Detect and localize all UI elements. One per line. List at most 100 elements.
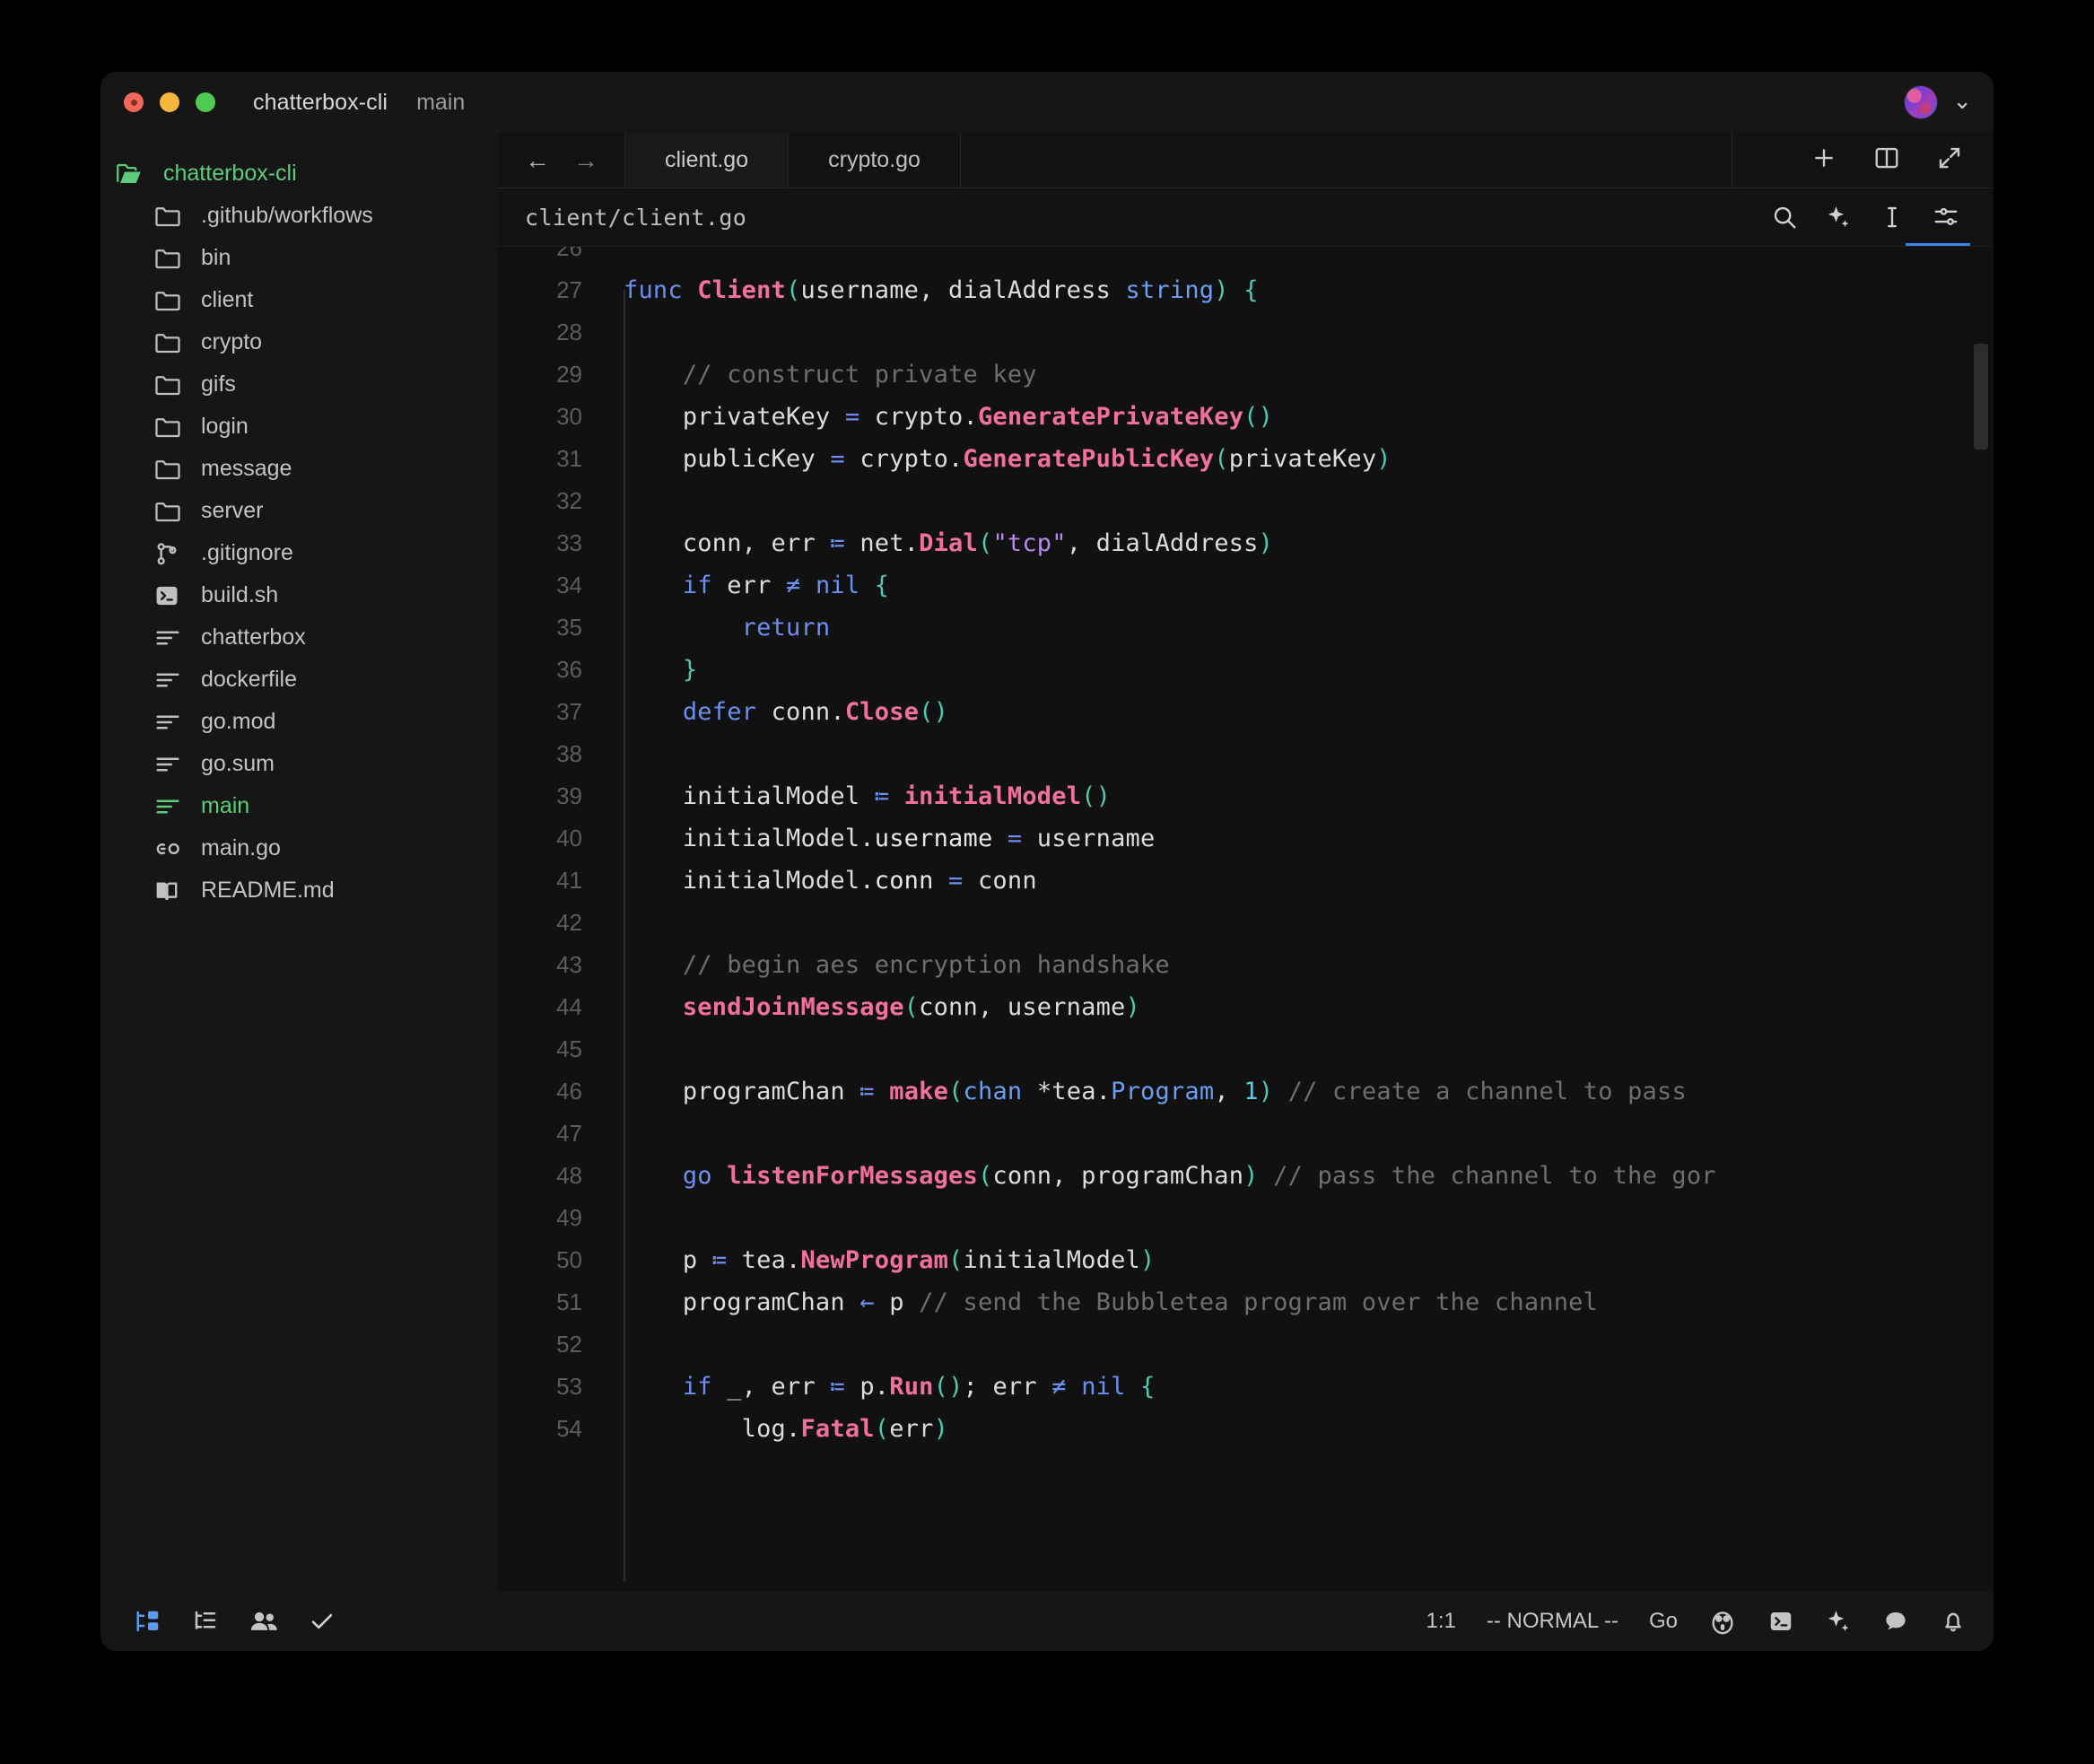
sidebar-item-server[interactable]: server — [100, 490, 498, 532]
tab-client-go[interactable]: client.go — [624, 133, 789, 188]
code-line[interactable]: 33 conn, err ≔ net.Dial("tcp", dialAddre… — [498, 522, 1994, 564]
sidebar-item-label: go.mod — [201, 711, 275, 733]
sidebar-item-go-mod[interactable]: go.mod — [100, 701, 498, 743]
sidebar-item-login[interactable]: login — [100, 406, 498, 448]
code-text: publicKey = crypto.GeneratePublicKey(pri… — [606, 445, 1392, 473]
sidebar-item-main[interactable]: main — [100, 785, 498, 827]
code-line[interactable]: 43 // begin aes encryption handshake — [498, 944, 1994, 986]
code-line[interactable]: 52 — [498, 1323, 1994, 1366]
code-line[interactable]: 32 — [498, 480, 1994, 522]
navigation-buttons: ← → — [498, 133, 625, 188]
file-lines-icon — [154, 709, 185, 736]
go-gopher-icon[interactable] — [1708, 1608, 1737, 1635]
sidebar-item-gifs[interactable]: gifs — [100, 363, 498, 406]
sidebar-item-label: crypto — [201, 331, 262, 354]
minimize-window-button[interactable] — [160, 92, 179, 112]
code-line[interactable]: 41 initialModel.conn = conn — [498, 860, 1994, 902]
line-number: 42 — [498, 909, 606, 937]
vertical-scrollbar[interactable] — [1974, 344, 1988, 450]
tab-crypto-go[interactable]: crypto.go — [788, 133, 961, 188]
code-line[interactable]: 42 — [498, 902, 1994, 944]
code-line[interactable]: 26 — [498, 246, 1994, 269]
code-text: initialModel.username = username — [606, 825, 1155, 852]
code-line[interactable]: 35 return — [498, 607, 1994, 649]
text-cursor-icon[interactable] — [1879, 204, 1906, 231]
code-line[interactable]: 48 go listenForMessages(conn, programCha… — [498, 1155, 1994, 1197]
code-text: defer conn.Close() — [606, 698, 948, 726]
folder-icon — [154, 456, 185, 483]
code-line[interactable]: 53 if _, err ≔ p.Run(); err ≠ nil { — [498, 1366, 1994, 1408]
code-line[interactable]: 28 — [498, 311, 1994, 354]
search-icon[interactable] — [1771, 204, 1798, 231]
sidebar-item-client[interactable]: client — [100, 279, 498, 321]
check-icon[interactable] — [309, 1609, 336, 1634]
sidebar-item-crypto[interactable]: crypto — [100, 321, 498, 363]
code-text: conn, err ≔ net.Dial("tcp", dialAddress) — [606, 529, 1273, 557]
code-line[interactable]: 51 programChan ← p // send the Bubbletea… — [498, 1281, 1994, 1323]
editor-toolbar — [1771, 204, 1970, 231]
sidebar-item-message[interactable]: message — [100, 448, 498, 490]
code-editor[interactable]: 2627func Client(username, dialAddress st… — [498, 246, 1994, 1592]
sparkles-icon[interactable] — [1825, 1608, 1852, 1635]
folder-icon — [154, 371, 185, 398]
code-line[interactable]: 37 defer conn.Close() — [498, 691, 1994, 733]
sidebar-item-gitignore[interactable]: .gitignore — [100, 532, 498, 574]
arrow-right-icon[interactable]: → — [573, 148, 598, 173]
chat-icon[interactable] — [1882, 1609, 1909, 1634]
code-line[interactable]: 47 — [498, 1113, 1994, 1155]
line-number: 33 — [498, 529, 606, 557]
code-line[interactable]: 46 programChan ≔ make(chan *tea.Program,… — [498, 1070, 1994, 1113]
avatar[interactable] — [1904, 85, 1938, 119]
sidebar-item-readme-md[interactable]: README.md — [100, 869, 498, 912]
maximize-window-button[interactable] — [196, 92, 215, 112]
code-line[interactable]: 31 publicKey = crypto.GeneratePublicKey(… — [498, 438, 1994, 480]
line-number: 45 — [498, 1035, 606, 1063]
editor-region: ← → client.go crypto.go — [498, 133, 1994, 1592]
language-label[interactable]: Go — [1649, 1609, 1678, 1634]
sidebar-item-label: login — [201, 415, 249, 438]
code-line[interactable]: 27func Client(username, dialAddress stri… — [498, 269, 1994, 311]
tab-strip: ← → client.go crypto.go — [498, 133, 1994, 188]
code-line[interactable]: 39 initialModel ≔ initialModel() — [498, 775, 1994, 817]
people-icon[interactable] — [249, 1609, 278, 1634]
outline-list-icon[interactable] — [192, 1609, 219, 1634]
breadcrumb[interactable]: client/client.go — [525, 205, 746, 231]
sidebar-item-label: main — [201, 795, 249, 817]
panel-layout-icon[interactable] — [135, 1609, 161, 1634]
sidebar-item-go-sum[interactable]: go.sum — [100, 743, 498, 785]
plus-icon[interactable] — [1810, 144, 1837, 176]
code-line[interactable]: 34 if err ≠ nil { — [498, 564, 1994, 607]
code-line[interactable]: 54 log.Fatal(err) — [498, 1408, 1994, 1450]
code-line[interactable]: 45 — [498, 1028, 1994, 1070]
file-explorer-sidebar[interactable]: chatterbox-cli .github/workflows bin cli… — [100, 133, 498, 1592]
code-line[interactable]: 29 // construct private key — [498, 354, 1994, 396]
sidebar-item-bin[interactable]: bin — [100, 237, 498, 279]
bell-icon[interactable] — [1940, 1609, 1967, 1634]
code-line[interactable]: 38 — [498, 733, 1994, 775]
sidebar-item-dockerfile[interactable]: dockerfile — [100, 659, 498, 701]
sidebar-item-chatterbox[interactable]: chatterbox — [100, 616, 498, 659]
line-number: 51 — [498, 1288, 606, 1316]
arrow-left-icon[interactable]: ← — [525, 148, 550, 173]
line-number: 40 — [498, 825, 606, 852]
code-line[interactable]: 44 sendJoinMessage(conn, username) — [498, 986, 1994, 1028]
code-line[interactable]: 50 p ≔ tea.NewProgram(initialModel) — [498, 1239, 1994, 1281]
close-window-button[interactable] — [124, 92, 144, 112]
expand-icon[interactable] — [1936, 144, 1963, 176]
code-line[interactable]: 30 privateKey = crypto.GeneratePrivateKe… — [498, 396, 1994, 438]
terminal-icon[interactable] — [1767, 1609, 1794, 1634]
code-line[interactable]: 40 initialModel.username = username — [498, 817, 1994, 860]
sidebar-item-github-workflows[interactable]: .github/workflows — [100, 195, 498, 237]
line-number: 32 — [498, 487, 606, 515]
sidebar-item-main-go[interactable]: main.go — [100, 827, 498, 869]
sidebar-item-build-sh[interactable]: build.sh — [100, 574, 498, 616]
sparkles-icon[interactable] — [1825, 204, 1852, 231]
sidebar-item-root[interactable]: chatterbox-cli — [100, 153, 498, 195]
line-number: 46 — [498, 1078, 606, 1105]
sliders-icon[interactable] — [1933, 204, 1959, 231]
line-number: 41 — [498, 867, 606, 895]
split-editor-icon[interactable] — [1873, 144, 1900, 176]
code-line[interactable]: 49 — [498, 1197, 1994, 1239]
code-line[interactable]: 36 } — [498, 649, 1994, 691]
chevron-down-icon[interactable]: ⌄ — [1952, 89, 1972, 112]
